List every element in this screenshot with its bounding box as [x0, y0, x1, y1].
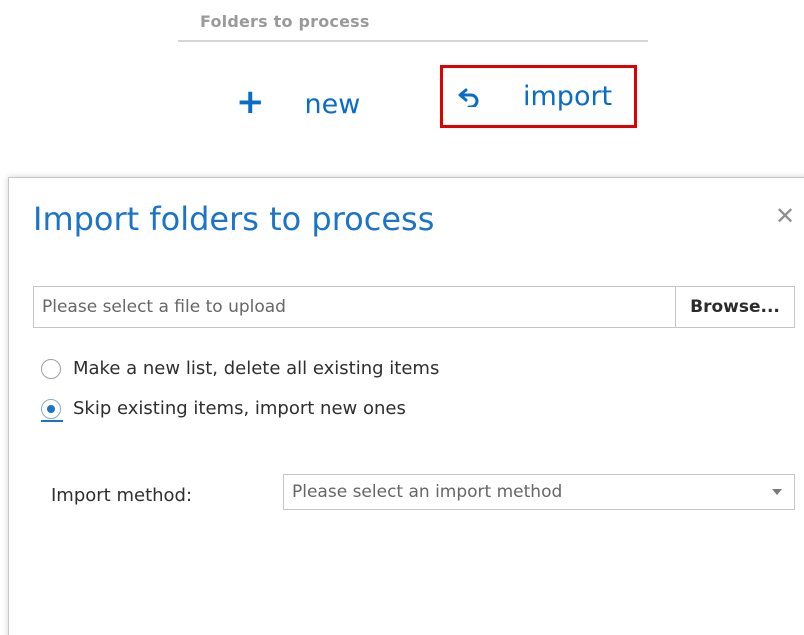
- import-button[interactable]: import: [440, 65, 637, 128]
- import-method-select[interactable]: Please select an import method: [283, 474, 795, 510]
- browse-button[interactable]: Browse...: [675, 286, 795, 328]
- radio-button-checked[interactable]: [41, 398, 61, 419]
- import-method-label: Import method:: [51, 485, 193, 506]
- page: Folders to process + new import Import f…: [0, 0, 804, 635]
- section-divider: [178, 40, 648, 42]
- chevron-down-icon: [772, 489, 782, 495]
- plus-icon: +: [236, 82, 265, 122]
- radio-label: Make a new list, delete all existing ite…: [73, 358, 440, 379]
- file-path-input[interactable]: [33, 286, 675, 328]
- close-icon[interactable]: ✕: [775, 202, 795, 230]
- section-title: Folders to process: [200, 12, 370, 31]
- import-dialog: Import folders to process ✕ Browse... Ma…: [8, 177, 804, 635]
- undo-arrow-icon: [458, 88, 479, 107]
- new-button[interactable]: + new: [236, 82, 360, 126]
- import-label: import: [523, 81, 613, 112]
- focus-underline: [41, 420, 63, 422]
- import-method-placeholder: Please select an import method: [292, 482, 563, 502]
- radio-label: Skip existing items, import new ones: [73, 398, 406, 419]
- dialog-title: Import folders to process: [33, 200, 435, 238]
- file-upload-row: Browse...: [33, 286, 795, 330]
- radio-option-skip-existing[interactable]: Skip existing items, import new ones: [41, 398, 406, 419]
- radio-button-unchecked[interactable]: [41, 358, 61, 379]
- new-label: new: [304, 88, 361, 120]
- radio-option-new-list[interactable]: Make a new list, delete all existing ite…: [41, 358, 439, 379]
